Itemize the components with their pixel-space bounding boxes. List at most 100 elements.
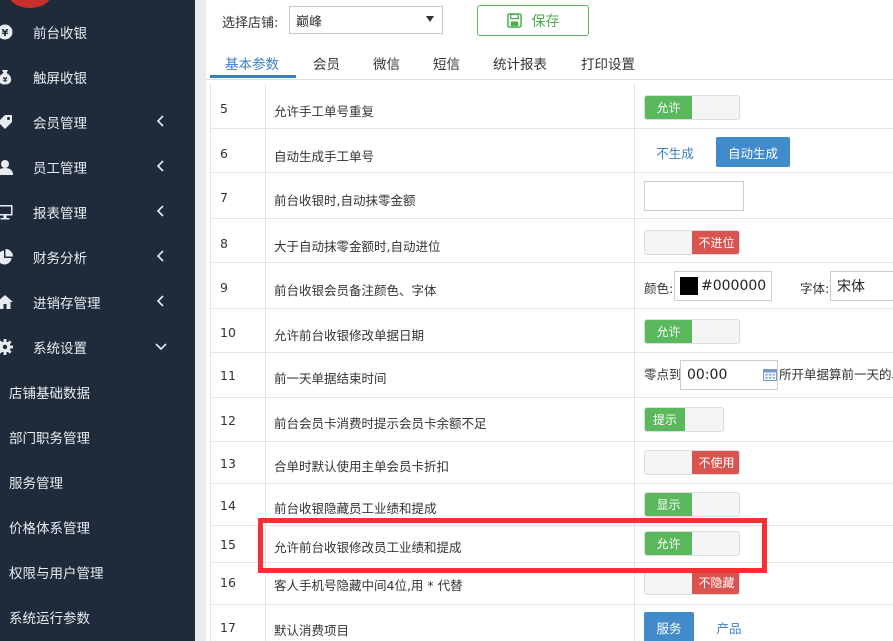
- row-label: 合单时默认使用主单会员卡折扣: [274, 459, 450, 474]
- row-label: 允许前台收银修改单据日期: [274, 328, 425, 343]
- table-row: 5 允许手工单号重复 允许: [211, 84, 893, 129]
- floppy-disk-icon: [506, 13, 522, 28]
- row-number: 15: [220, 537, 236, 552]
- sidebar-item-label: 触屏收银: [33, 70, 87, 87]
- color-swatch[interactable]: [680, 277, 698, 295]
- settings-tabs: 基本参数 会员 微信 短信 统计报表 打印设置: [206, 47, 893, 80]
- tab-wechat[interactable]: 微信: [373, 47, 400, 79]
- merge-discount-toggle[interactable]: 不使用: [644, 450, 740, 475]
- auto-round-amount-input[interactable]: [644, 181, 744, 211]
- sidebar-item-label: 前台收银: [33, 25, 87, 42]
- sidebar: ¥ 前台收银 ¥ 触屏收银 会员管理 员工管理 报表管理 财务分析 进销存管理 …: [0, 0, 195, 641]
- row-number: 5: [220, 101, 228, 116]
- note-font-select[interactable]: 宋体: [830, 271, 893, 301]
- row-label: 大于自动抹零金额时,自动进位: [274, 239, 441, 254]
- table-row: 17 默认消费项目 服务 产品: [211, 605, 893, 641]
- option-service[interactable]: 服务: [644, 612, 694, 641]
- tab-sms[interactable]: 短信: [433, 47, 460, 79]
- auto-carry-toggle[interactable]: 不进位: [644, 230, 740, 255]
- toggle-track: [692, 96, 739, 119]
- note-color-value: #000000: [701, 278, 767, 294]
- store-select[interactable]: 巅峰: [289, 6, 443, 34]
- row-number: 14: [220, 498, 236, 513]
- option-product[interactable]: 产品: [704, 612, 754, 641]
- row-label: 前台收银会员备注颜色、字体: [274, 283, 437, 298]
- sidebar-item-touch-cashier[interactable]: ¥ 触屏收银: [0, 54, 195, 99]
- option-auto-generate[interactable]: 自动生成: [716, 137, 790, 167]
- table-row: 7 前台收银时,自动抹零金额: [211, 173, 893, 219]
- sidebar-item-label: 报表管理: [33, 205, 87, 222]
- brand-logo: [8, 0, 52, 8]
- chevron-down-icon: [155, 343, 167, 351]
- tab-print-settings[interactable]: 打印设置: [581, 47, 635, 79]
- highlight-box: [258, 518, 767, 573]
- sidebar-item-reports[interactable]: 报表管理: [0, 189, 195, 234]
- hide-performance-toggle[interactable]: 显示: [644, 492, 740, 517]
- toggle-state: 提示: [645, 408, 685, 431]
- toggle-track: [645, 451, 692, 474]
- toggle-track: [645, 231, 692, 254]
- sidebar-subitem-runtime-params[interactable]: 系统运行参数: [0, 594, 195, 639]
- user-icon: [0, 159, 13, 175]
- sidebar-subitem-services[interactable]: 服务管理: [0, 459, 195, 504]
- sidebar-item-label: 员工管理: [33, 160, 87, 177]
- save-button-label: 保存: [531, 13, 560, 30]
- toggle-state: 不使用: [692, 451, 739, 474]
- pie-chart-icon: [0, 248, 13, 265]
- option-no-generate[interactable]: 不生成: [644, 137, 706, 167]
- toggle-state: 不隐藏: [692, 571, 739, 594]
- row-number: 13: [220, 456, 236, 471]
- row-number: 16: [220, 575, 236, 590]
- save-button[interactable]: 保存: [477, 5, 589, 36]
- table-row: 10 允许前台收银修改单据日期 允许: [211, 309, 893, 353]
- content-gutter: [195, 0, 206, 641]
- sidebar-item-label: 系统设置: [33, 340, 87, 357]
- active-tab-indicator: [210, 75, 296, 78]
- allow-edit-date-toggle[interactable]: 允许: [644, 319, 740, 344]
- tab-statistics[interactable]: 统计报表: [493, 47, 547, 79]
- row-number: 10: [220, 325, 236, 340]
- sidebar-item-member[interactable]: 会员管理: [0, 99, 195, 144]
- row-label: 默认消费项目: [274, 623, 350, 638]
- time-prefix-label: 零点到: [644, 367, 682, 382]
- table-row: 11 前一天单据结束时间 零点到 00:00 所开单据算前一天的单: [211, 353, 893, 398]
- chevron-left-icon: [156, 115, 164, 127]
- table-row: 9 前台收银会员备注颜色、字体 颜色: #000000 字体: 宋体: [211, 263, 893, 309]
- tag-icon: [0, 114, 13, 130]
- toggle-state: 不进位: [692, 231, 739, 254]
- row-label: 允许手工单号重复: [274, 104, 375, 119]
- tab-member[interactable]: 会员: [313, 47, 340, 79]
- low-balance-prompt-toggle[interactable]: 提示: [644, 407, 724, 432]
- caret-down-icon: [426, 16, 434, 22]
- toggle-track: [645, 571, 692, 594]
- sidebar-item-inventory[interactable]: 进销存管理: [0, 279, 195, 324]
- sidebar-item-front-cashier[interactable]: ¥ 前台收银: [0, 9, 195, 54]
- toggle-track: [692, 493, 739, 516]
- sidebar-subitem-pricing[interactable]: 价格体系管理: [0, 504, 195, 549]
- sidebar-subitem-department[interactable]: 部门职务管理: [0, 414, 195, 459]
- color-label: 颜色:: [644, 281, 674, 296]
- sidebar-item-system-settings[interactable]: 系统设置: [0, 324, 195, 369]
- table-row: 13 合单时默认使用主单会员卡折扣 不使用: [211, 442, 893, 484]
- sidebar-item-staff[interactable]: 员工管理: [0, 144, 195, 189]
- chevron-left-icon: [156, 250, 164, 262]
- sidebar-item-label: 进销存管理: [33, 295, 101, 312]
- row-label: 客人手机号隐藏中间4位,用 * 代替: [274, 578, 463, 593]
- sidebar-item-finance[interactable]: 财务分析: [0, 234, 195, 279]
- end-time-value: 00:00: [687, 367, 728, 383]
- row-number: 17: [220, 620, 236, 635]
- row-label: 前台收银时,自动抹零金额: [274, 193, 416, 208]
- toggle-state: 显示: [645, 493, 692, 516]
- calendar-icon[interactable]: [763, 369, 777, 381]
- allow-manual-duplicate-toggle[interactable]: 允许: [644, 95, 740, 120]
- sidebar-item-label: 财务分析: [33, 250, 87, 267]
- row-label: 前一天单据结束时间: [274, 371, 387, 386]
- svg-text:¥: ¥: [2, 28, 9, 39]
- hide-phone-toggle[interactable]: 不隐藏: [644, 570, 740, 595]
- table-row: 8 大于自动抹零金额时,自动进位 不进位: [211, 219, 893, 263]
- home-icon: [0, 294, 13, 310]
- chevron-left-icon: [156, 295, 164, 307]
- sidebar-subitem-permissions[interactable]: 权限与用户管理: [0, 549, 195, 594]
- row-number: 6: [220, 146, 228, 161]
- sidebar-subitem-store-data[interactable]: 店铺基础数据: [0, 369, 195, 414]
